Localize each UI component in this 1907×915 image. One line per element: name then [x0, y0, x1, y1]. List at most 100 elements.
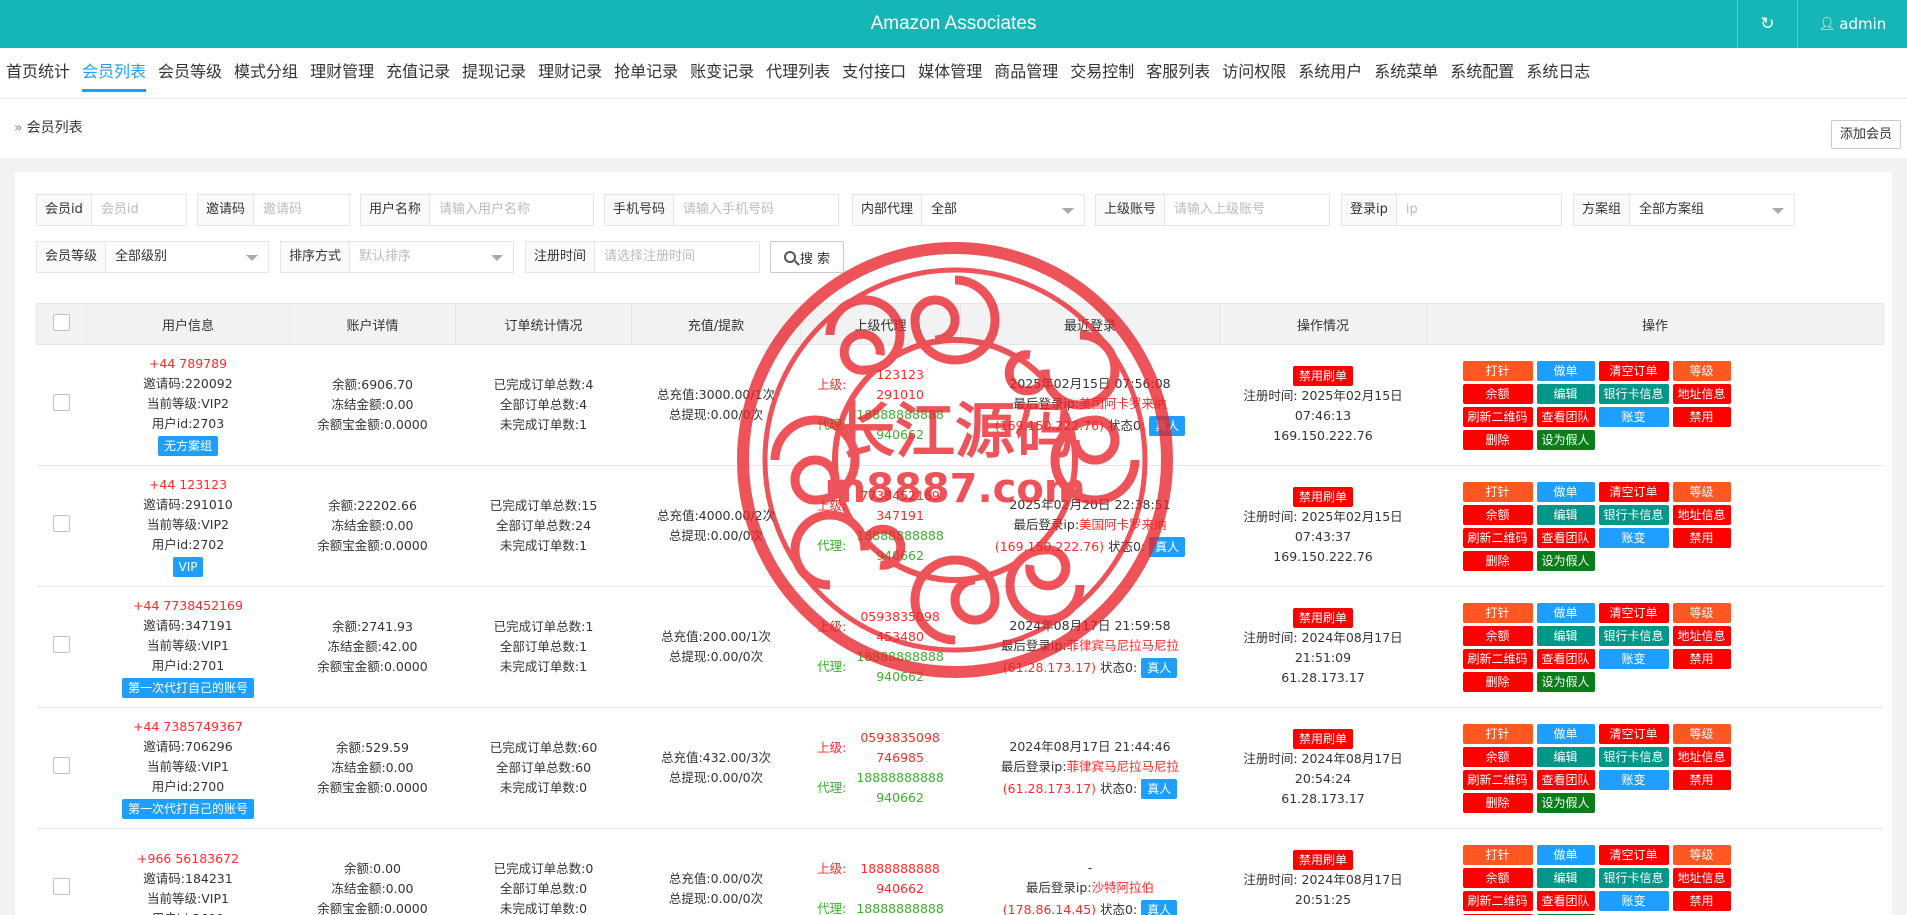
op-button-9[interactable]: 查看团队: [1536, 527, 1595, 548]
op-button-7[interactable]: 地址信息: [1672, 867, 1731, 888]
op-button-1[interactable]: 做单: [1536, 723, 1595, 744]
nav-item-11[interactable]: 支付接口: [842, 48, 906, 98]
op-button-12[interactable]: 删除: [1462, 792, 1533, 813]
reg-time-input[interactable]: 请选择注册时间: [595, 242, 759, 272]
op-button-12[interactable]: 删除: [1462, 550, 1533, 571]
op-button-5[interactable]: 编辑: [1536, 504, 1595, 525]
nav-item-19[interactable]: 系统配置: [1450, 48, 1514, 98]
op-button-5[interactable]: 编辑: [1536, 867, 1595, 888]
op-button-11[interactable]: 禁用: [1672, 527, 1731, 548]
op-button-8[interactable]: 刷新二维码: [1462, 890, 1533, 911]
nav-item-1[interactable]: 会员列表: [82, 48, 147, 98]
nav-item-18[interactable]: 系统菜单: [1374, 48, 1438, 98]
reg-time-field[interactable]: 注册时间 请选择注册时间: [525, 241, 760, 273]
plan-group-select[interactable]: 方案组 全部方案组: [1573, 194, 1795, 226]
op-button-9[interactable]: 查看团队: [1536, 648, 1595, 669]
row-checkbox[interactable]: [53, 877, 70, 895]
internal-agent-value[interactable]: 全部: [922, 195, 1084, 225]
op-button-8[interactable]: 刷新二维码: [1462, 648, 1533, 669]
select-all-checkbox[interactable]: [53, 313, 70, 331]
nav-item-13[interactable]: 商品管理: [994, 48, 1058, 98]
op-button-2[interactable]: 清空订单: [1598, 602, 1669, 623]
op-button-1[interactable]: 做单: [1536, 602, 1595, 623]
nav-item-2[interactable]: 会员等级: [158, 48, 222, 98]
invite-code-input[interactable]: 邀请码: [254, 195, 349, 225]
row-checkbox[interactable]: [53, 514, 70, 532]
op-button-9[interactable]: 查看团队: [1536, 406, 1595, 427]
op-button-1[interactable]: 做单: [1536, 360, 1595, 381]
op-button-6[interactable]: 银行卡信息: [1598, 383, 1669, 404]
level-select[interactable]: 会员等级 全部级别: [36, 241, 269, 273]
sort-value[interactable]: 默认排序: [350, 242, 513, 272]
sort-select[interactable]: 排序方式 默认排序: [280, 241, 514, 273]
op-button-4[interactable]: 余额: [1462, 504, 1533, 525]
op-button-10[interactable]: 账变: [1598, 769, 1669, 790]
op-button-7[interactable]: 地址信息: [1672, 746, 1731, 767]
member-id-field[interactable]: 会员id 会员id: [36, 194, 187, 226]
op-button-6[interactable]: 银行卡信息: [1598, 867, 1669, 888]
nav-item-4[interactable]: 理财管理: [310, 48, 374, 98]
op-button-6[interactable]: 银行卡信息: [1598, 746, 1669, 767]
row-checkbox[interactable]: [53, 393, 70, 411]
parent-account-input[interactable]: 请输入上级账号: [1165, 195, 1329, 225]
op-button-5[interactable]: 编辑: [1536, 746, 1595, 767]
op-button-2[interactable]: 清空订单: [1598, 481, 1669, 502]
nav-item-8[interactable]: 抢单记录: [614, 48, 678, 98]
parent-account-field[interactable]: 上级账号 请输入上级账号: [1095, 194, 1330, 226]
nav-item-0[interactable]: 首页统计: [6, 48, 70, 98]
op-button-9[interactable]: 查看团队: [1536, 769, 1595, 790]
op-button-10[interactable]: 账变: [1598, 890, 1669, 911]
username-field[interactable]: 用户名称 请输入用户名称: [360, 194, 594, 226]
op-button-3[interactable]: 等级: [1672, 844, 1731, 865]
op-button-8[interactable]: 刷新二维码: [1462, 527, 1533, 548]
op-button-7[interactable]: 地址信息: [1672, 625, 1731, 646]
op-button-13[interactable]: 设为假人: [1536, 429, 1595, 450]
user-menu[interactable]: 👤︎ admin: [1797, 0, 1907, 48]
op-button-1[interactable]: 做单: [1536, 844, 1595, 865]
member-id-input[interactable]: 会员id: [92, 195, 186, 225]
login-ip-field[interactable]: 登录ip ip: [1341, 194, 1562, 226]
op-button-12[interactable]: 删除: [1462, 671, 1533, 692]
nav-item-5[interactable]: 充值记录: [386, 48, 450, 98]
nav-item-15[interactable]: 客服列表: [1146, 48, 1210, 98]
op-button-13[interactable]: 设为假人: [1536, 792, 1595, 813]
op-button-5[interactable]: 编辑: [1536, 625, 1595, 646]
op-button-0[interactable]: 打针: [1462, 481, 1533, 502]
plan-group-value[interactable]: 全部方案组: [1630, 195, 1794, 225]
op-button-3[interactable]: 等级: [1672, 723, 1731, 744]
phone-field[interactable]: 手机号码 请输入手机号码: [604, 194, 839, 226]
op-button-13[interactable]: 设为假人: [1536, 671, 1595, 692]
level-value[interactable]: 全部级别: [106, 242, 268, 272]
row-checkbox[interactable]: [53, 756, 70, 774]
op-button-4[interactable]: 余额: [1462, 746, 1533, 767]
nav-item-14[interactable]: 交易控制: [1070, 48, 1134, 98]
username-input[interactable]: 请输入用户名称: [430, 195, 593, 225]
nav-item-12[interactable]: 媒体管理: [918, 48, 982, 98]
op-button-5[interactable]: 编辑: [1536, 383, 1595, 404]
op-button-0[interactable]: 打针: [1462, 844, 1533, 865]
op-button-3[interactable]: 等级: [1672, 481, 1731, 502]
op-button-8[interactable]: 刷新二维码: [1462, 769, 1533, 790]
nav-item-7[interactable]: 理财记录: [538, 48, 602, 98]
login-ip-input[interactable]: ip: [1397, 195, 1561, 225]
nav-item-9[interactable]: 账变记录: [690, 48, 754, 98]
op-button-0[interactable]: 打针: [1462, 602, 1533, 623]
op-button-4[interactable]: 余额: [1462, 625, 1533, 646]
nav-item-10[interactable]: 代理列表: [766, 48, 830, 98]
op-button-0[interactable]: 打针: [1462, 723, 1533, 744]
op-button-2[interactable]: 清空订单: [1598, 360, 1669, 381]
nav-item-16[interactable]: 访问权限: [1222, 48, 1286, 98]
op-button-10[interactable]: 账变: [1598, 648, 1669, 669]
op-button-7[interactable]: 地址信息: [1672, 504, 1731, 525]
op-button-2[interactable]: 清空订单: [1598, 723, 1669, 744]
op-button-0[interactable]: 打针: [1462, 360, 1533, 381]
op-button-10[interactable]: 账变: [1598, 406, 1669, 427]
op-button-2[interactable]: 清空订单: [1598, 844, 1669, 865]
op-button-6[interactable]: 银行卡信息: [1598, 625, 1669, 646]
op-button-4[interactable]: 余额: [1462, 383, 1533, 404]
op-button-11[interactable]: 禁用: [1672, 769, 1731, 790]
internal-agent-select[interactable]: 内部代理 全部: [852, 194, 1085, 226]
refresh-button[interactable]: ↻: [1737, 0, 1797, 48]
phone-input[interactable]: 请输入手机号码: [674, 195, 838, 225]
row-checkbox[interactable]: [53, 635, 70, 653]
